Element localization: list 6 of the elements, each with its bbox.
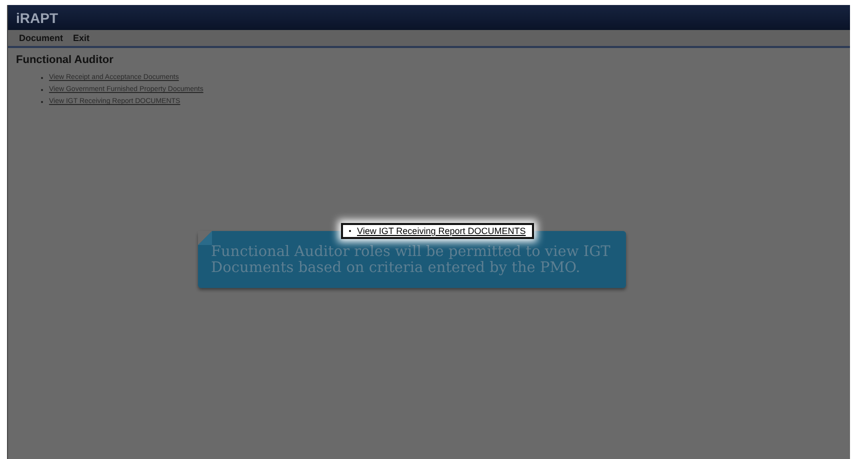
menu-item[interactable]: Exit (73, 33, 90, 43)
callout-text: Functional Auditor roles will be permitted to view IGT Documents based on criteria entered by the PMO. (211, 244, 610, 276)
document-link[interactable]: View IGT Receiving Report DOCUMENTS (357, 226, 526, 236)
page-title: Functional Auditor (16, 54, 114, 66)
menu-item[interactable]: Document (19, 33, 64, 43)
app-title: iRAPT (16, 10, 58, 26)
